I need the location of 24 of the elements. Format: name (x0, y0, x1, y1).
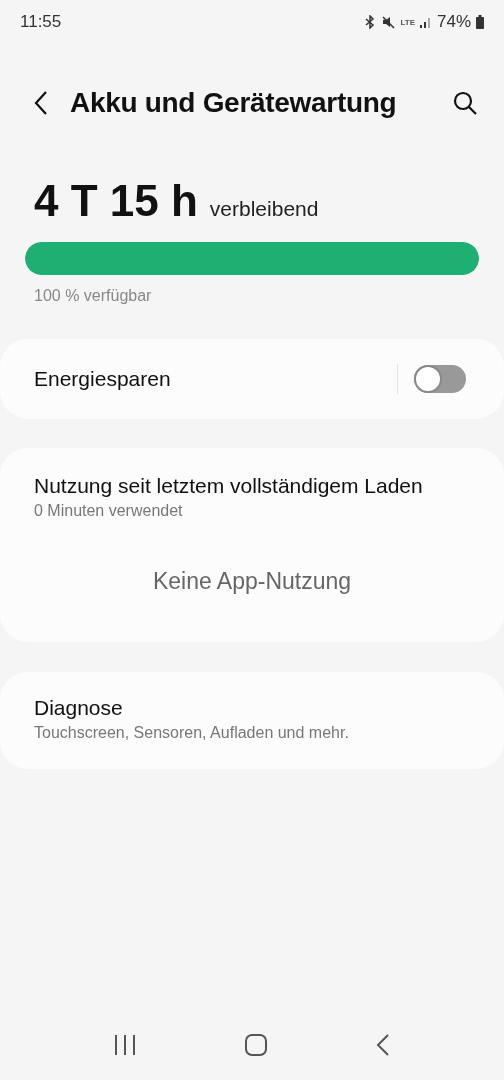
empty-message: Keine App-Nutzung (152, 568, 352, 595)
power-saving-label: Energiesparen (34, 367, 172, 391)
battery-percentage: 74% (436, 12, 471, 32)
available-text: 100 % verfügbar (33, 287, 153, 305)
remaining-label: verbleibend (209, 197, 319, 221)
page-title: Akku und Gerätewartung (70, 87, 398, 119)
recent-apps-icon[interactable] (114, 1035, 137, 1055)
remaining-time: 4 T 15 h (34, 176, 198, 226)
power-saving-switch[interactable] (414, 365, 466, 393)
diagnostics-subtitle: Touchscreen, Sensoren, Aufladen und mehr. (34, 724, 350, 742)
usage-subtitle: 0 Minuten verwendet (34, 502, 184, 520)
battery-icon (476, 15, 484, 29)
signal-icon (419, 16, 432, 28)
status-time: 11:55 (20, 12, 62, 32)
home-icon[interactable] (245, 1034, 267, 1056)
mute-icon (381, 15, 396, 29)
bluetooth-icon (364, 15, 377, 29)
power-saving-card[interactable]: Energiesparen (0, 339, 504, 419)
network-type: LTE (400, 17, 415, 27)
usage-title: Nutzung seit letztem vollständigem Laden (34, 474, 424, 498)
usage-card[interactable]: Nutzung seit letztem vollständigem Laden 0 Minuten verwendet Keine App-Nutzung (0, 448, 504, 642)
diagnostics-card[interactable]: Diagnose Touchscreen, Sensoren, Aufladen und mehr. (0, 672, 504, 769)
diagnostics-title: Diagnose (34, 696, 124, 720)
back-icon[interactable] (375, 1034, 390, 1056)
